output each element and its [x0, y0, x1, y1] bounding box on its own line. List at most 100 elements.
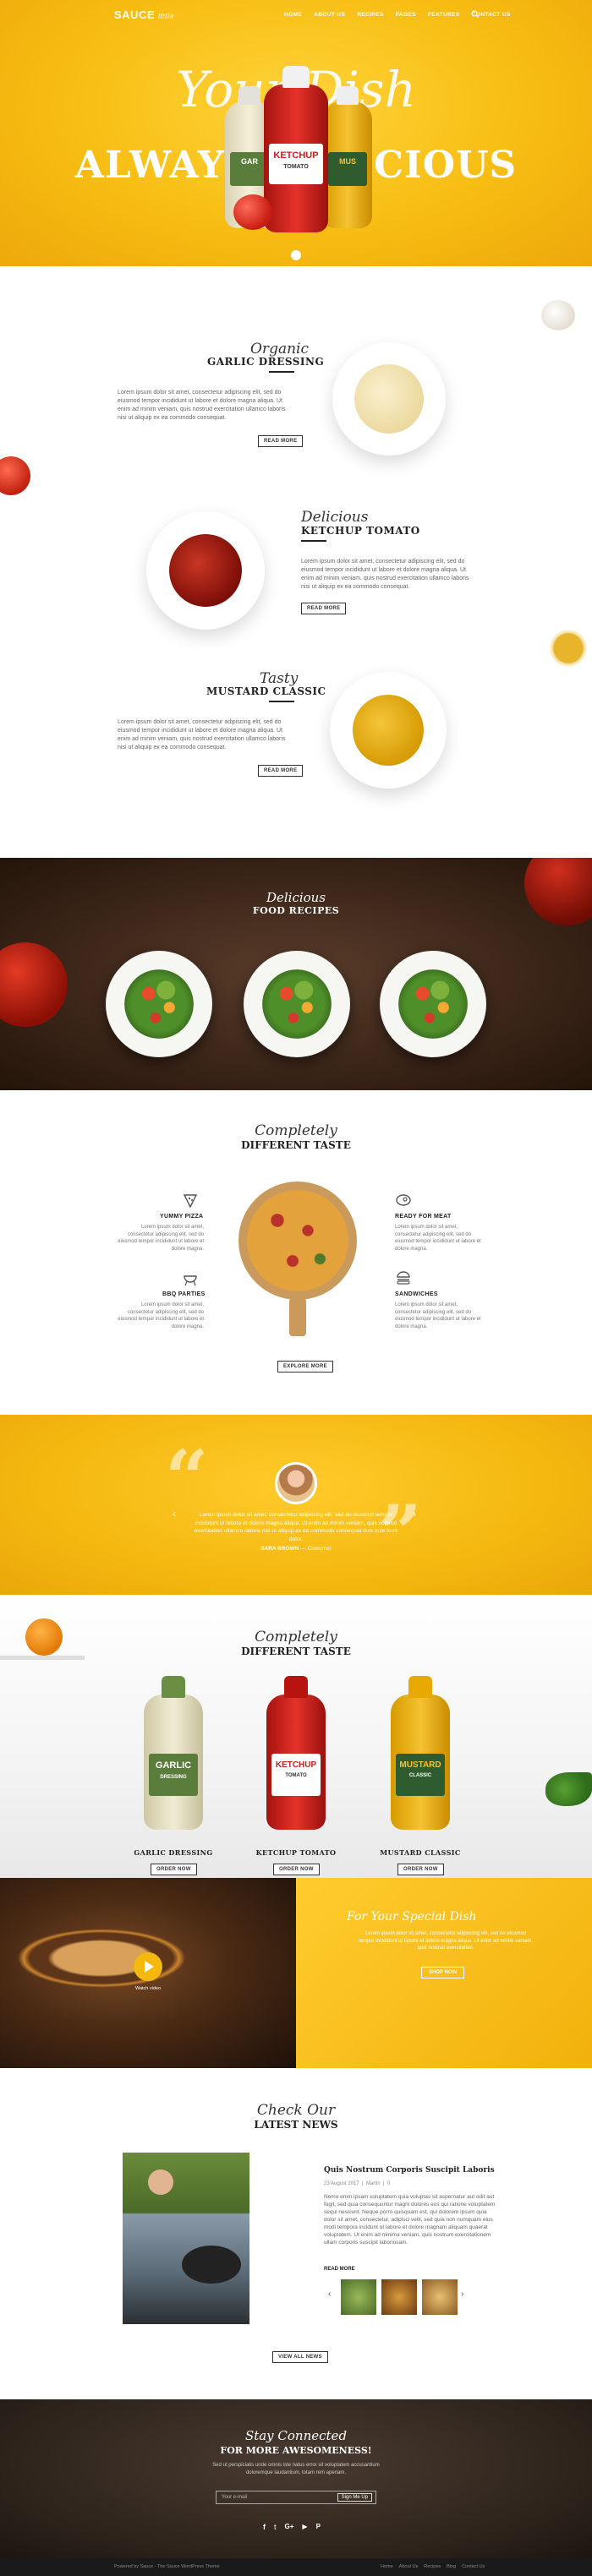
- product-1-title: GARLIC DRESSING: [207, 356, 325, 368]
- tomato-decoration-image: [0, 456, 30, 495]
- pinterest-icon[interactable]: P: [316, 2523, 321, 2531]
- footer-link-home[interactable]: Home: [381, 2564, 393, 2569]
- news-thumb-2[interactable]: [381, 2279, 417, 2315]
- news-post-title[interactable]: Quis Nostrum Corporis Suscipit Laboris: [324, 2166, 495, 2175]
- mustard-classic-bottle[interactable]: MUSTARD CLASSIC: [391, 1676, 450, 1830]
- tomato-image: [233, 194, 272, 230]
- grill-icon: [184, 1275, 197, 1286]
- footer-link-recipes[interactable]: Recipes: [424, 2564, 441, 2569]
- menu-item-pages[interactable]: PAGES: [396, 12, 416, 18]
- footer-bar: Powered by Sauce - The Sauce WordPress T…: [0, 2558, 592, 2576]
- garlic-bottle-label: GARLIC: [155, 1760, 192, 1771]
- menu-item-features[interactable]: FEATURES: [428, 12, 460, 18]
- testimonial-role: Customer: [307, 1546, 332, 1552]
- product-1-script: Organic: [250, 341, 309, 357]
- product-2-title: KETCHUP TOMATO: [301, 525, 420, 537]
- garlic-product-name: GARLIC DRESSING: [134, 1848, 213, 1857]
- product-1-divider: [269, 371, 294, 373]
- burger-icon: [397, 1271, 410, 1285]
- email-field-wrapper: Your e-mail Sign Me Up: [216, 2491, 376, 2504]
- footer-link-blog[interactable]: Blog: [447, 2564, 456, 2569]
- news-title: LATEST NEWS: [254, 2119, 338, 2131]
- feature-bbq-title: BBQ PARTIES: [162, 1291, 206, 1297]
- recipe-plate-3[interactable]: [380, 951, 486, 1057]
- taste-section: Completely DIFFERENT TASTE YUMMY PIZZA L…: [0, 1090, 592, 1415]
- garlic-dressing-bottle[interactable]: GARLIC DRESSING: [144, 1676, 203, 1830]
- feature-meat-text: Lorem ipsum dolor sit amet, consectetur …: [395, 1225, 481, 1252]
- mustard-order-button[interactable]: ORDER NOW: [397, 1864, 444, 1875]
- social-icons: f t G+ ▶ P: [263, 2523, 321, 2531]
- spice-bowl-image: [550, 630, 587, 667]
- testimonial-prev-arrow[interactable]: ‹: [173, 1508, 176, 1520]
- google-plus-icon[interactable]: G+: [285, 2523, 294, 2531]
- garlic-order-button[interactable]: ORDER NOW: [151, 1864, 197, 1875]
- mustard-bowl-image: [330, 672, 447, 789]
- pizza-board-image: [238, 1182, 357, 1300]
- menu-item-about[interactable]: ABOUT US: [314, 12, 345, 18]
- recipe-plate-1[interactable]: [106, 951, 212, 1057]
- news-comments[interactable]: 0: [387, 2181, 390, 2186]
- search-icon[interactable]: [471, 10, 480, 19]
- explore-more-button[interactable]: EXPLORE MORE: [277, 1361, 333, 1373]
- connect-text: Sed ut perspiciatis unde omnis iste natu…: [212, 2463, 380, 2475]
- ketchup-bowl-image: [146, 511, 265, 630]
- special-dish-section: Watch video For Your Special Dish Lorem …: [0, 1878, 592, 2068]
- youtube-icon[interactable]: ▶: [302, 2523, 307, 2531]
- footer-link-contact[interactable]: Contact Us: [462, 2564, 485, 2569]
- mustard-bottle-sublabel: CLASSIC: [408, 1773, 432, 1778]
- news-thumb-1[interactable]: [341, 2279, 376, 2315]
- brand-logo[interactable]: SAUCE little: [114, 8, 174, 21]
- news-next-arrow[interactable]: ›: [461, 2289, 463, 2299]
- testimonial-next-arrow[interactable]: ›: [413, 1508, 416, 1520]
- news-featured-image[interactable]: [123, 2153, 249, 2324]
- connect-title: FOR MORE AWESOMENESS!: [220, 2445, 372, 2456]
- hero-section: SAUCE little HOME ABOUT US RECIPES PAGES…: [0, 0, 592, 266]
- ketchup-product-name: KETCHUP TOMATO: [255, 1848, 337, 1857]
- product-3-text: Lorem ipsum dolor sit amet, consectetur …: [118, 719, 286, 750]
- mustard-product-name: MUSTARD CLASSIC: [380, 1848, 461, 1857]
- bottles-section: Completely DIFFERENT TASTE GARLIC DRESSIN…: [0, 1595, 592, 1878]
- footer-link-about[interactable]: About Us: [399, 2564, 419, 2569]
- play-video-button[interactable]: [134, 1952, 162, 1981]
- ketchup-order-button[interactable]: ORDER NOW: [273, 1864, 320, 1875]
- twitter-icon[interactable]: t: [274, 2523, 277, 2531]
- mustard-bottle-image: MUS: [323, 86, 372, 228]
- feature-bbq-text: Lorem ipsum dolor sit amet, consectetur …: [118, 1302, 204, 1329]
- newsletter-section: Stay Connected FOR MORE AWESOMENESS! Sed…: [0, 2399, 592, 2558]
- product-1-read-more-button[interactable]: READ MORE: [258, 435, 304, 447]
- testimonial-author-line: SARA BROWN — Customer: [260, 1546, 332, 1552]
- menu-item-home[interactable]: HOME: [284, 12, 302, 18]
- recipes-script: Delicious: [266, 890, 326, 905]
- menu-item-recipes[interactable]: RECIPES: [357, 12, 383, 18]
- shop-now-button[interactable]: SHOP NOW: [421, 1967, 465, 1978]
- scroll-down-icon[interactable]: [291, 250, 301, 260]
- video-label: Watch video: [134, 1986, 162, 1991]
- email-field[interactable]: Your e-mail: [222, 2495, 247, 2500]
- customer-avatar: [275, 1462, 317, 1504]
- feature-pizza-title: YUMMY PIZZA: [160, 1214, 204, 1220]
- feature-pizza-text: Lorem ipsum dolor sit amet, consectetur …: [118, 1225, 204, 1252]
- news-read-more-link[interactable]: READ MORE: [324, 2267, 355, 2272]
- news-post-text: Nemo enim ipsam voluptatem quia voluptas…: [324, 2194, 496, 2246]
- testimonial-author: SARA BROWN: [260, 1546, 299, 1552]
- news-prev-arrow[interactable]: ‹: [328, 2289, 331, 2299]
- feature-sandwiches-title: SANDWICHES: [395, 1291, 438, 1297]
- ketchup-bottle-sublabel: TOMATO: [285, 1773, 307, 1778]
- facebook-icon[interactable]: f: [263, 2523, 266, 2531]
- special-text: Lorem ipsum dolor sit amet, consectetur …: [358, 1931, 534, 1951]
- feature-sandwiches-text: Lorem ipsum dolor sit amet, consectetur …: [395, 1302, 481, 1329]
- recipes-section: Delicious FOOD RECIPES: [0, 858, 592, 1090]
- testimonial-text: Lorem ipsum dolor sit amet, consectetur …: [194, 1512, 398, 1542]
- ketchup-tomato-bottle[interactable]: KETCHUP TOMATO: [266, 1676, 326, 1830]
- view-all-news-button[interactable]: VIEW ALL NEWS: [272, 2351, 328, 2363]
- footer-copyright: Powered by Sauce - The Sauce WordPress T…: [114, 2564, 220, 2569]
- product-1-text: Lorem ipsum dolor sit amet, consectetur …: [118, 390, 286, 421]
- product-3-read-more-button[interactable]: READ MORE: [258, 765, 304, 777]
- sign-up-button[interactable]: Sign Me Up: [337, 2493, 372, 2502]
- news-thumb-3[interactable]: [422, 2279, 458, 2315]
- news-author[interactable]: Martin: [366, 2181, 381, 2186]
- recipe-plate-2[interactable]: [244, 951, 350, 1057]
- special-yellow-panel: For Your Special Dish Lorem ipsum dolor …: [296, 1878, 592, 2068]
- testimonial-section: “ ” ‹ › Lorem ipsum dolor sit amet, cons…: [0, 1415, 592, 1595]
- product-2-read-more-button[interactable]: READ MORE: [301, 603, 347, 614]
